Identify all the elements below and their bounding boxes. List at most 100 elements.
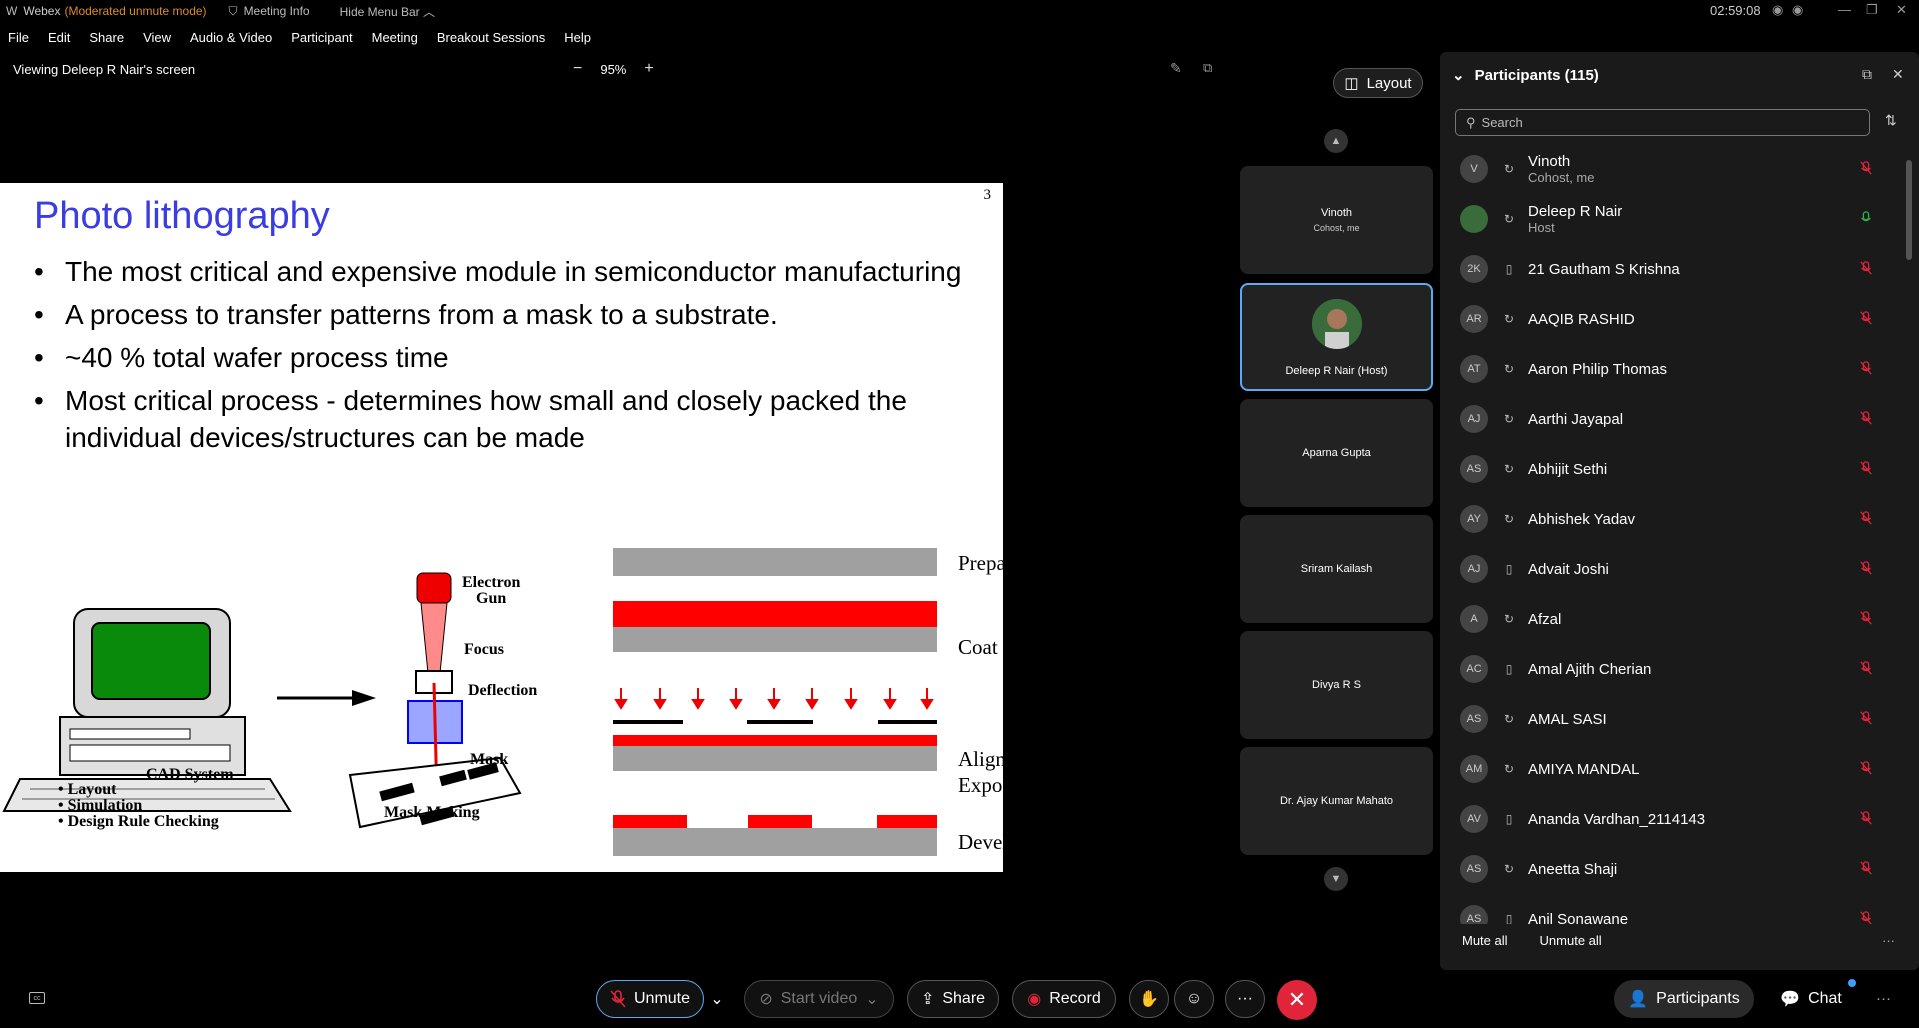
menu-edit[interactable]: Edit — [48, 30, 70, 50]
video-tile[interactable]: Aparna Gupta — [1240, 399, 1433, 507]
people-icon: 👤 — [1628, 991, 1649, 1008]
avatar: AR — [1460, 305, 1488, 333]
participant-name-block: AMIYA MANDAL — [1528, 761, 1639, 778]
participants-header[interactable]: ⌄ Participants (115) — [1452, 66, 1599, 85]
participant-row[interactable]: AR ↻ AAQIB RASHID — [1455, 294, 1895, 344]
avatar: AS — [1460, 705, 1488, 733]
mic-muted-icon[interactable] — [1859, 711, 1873, 725]
minimize-icon[interactable]: — — [1838, 2, 1851, 17]
leave-meeting-button[interactable]: ✕ — [1277, 980, 1317, 1020]
participant-name-block: Aaron Philip Thomas — [1528, 361, 1667, 378]
tiles-scroll-up-button[interactable]: ▲ — [1324, 129, 1348, 153]
participant-row[interactable]: AT ↻ Aaron Philip Thomas — [1455, 344, 1895, 394]
phone-icon: ▯ — [1505, 562, 1513, 576]
hide-menu-bar-button[interactable]: Hide Menu Bar ︿ — [340, 3, 435, 20]
participant-row[interactable]: AS ↻ Abhijit Sethi — [1455, 444, 1895, 494]
mute-all-button[interactable]: Mute all — [1462, 933, 1508, 948]
mic-muted-icon[interactable] — [1859, 811, 1873, 825]
participant-row[interactable]: AY ↻ Abhishek Yadav — [1455, 494, 1895, 544]
mic-on-icon[interactable] — [1859, 211, 1873, 225]
close-panel-icon[interactable]: ✕ — [1892, 66, 1904, 83]
mic-muted-icon[interactable] — [1859, 411, 1873, 425]
menu-file[interactable]: File — [8, 30, 29, 50]
popout-icon[interactable]: ⧉ — [1862, 66, 1872, 83]
menu-meeting[interactable]: Meeting — [372, 30, 418, 50]
participant-row[interactable]: AS ↻ AMAL SASI — [1455, 694, 1895, 744]
menu-breakout-sessions[interactable]: Breakout Sessions — [437, 30, 545, 50]
avatar: A — [1460, 605, 1488, 633]
mode-label: (Moderated unmute mode) — [64, 4, 207, 18]
tiles-scroll-down-button[interactable]: ▼ — [1324, 867, 1348, 891]
share-button[interactable]: ⇪ Share — [907, 980, 999, 1018]
sort-icon[interactable]: ⇅ — [1885, 112, 1897, 129]
more-options-icon[interactable]: ··· — [1876, 990, 1891, 1007]
mic-muted-icon[interactable] — [1859, 161, 1873, 175]
video-tile[interactable]: Sriram Kailash — [1240, 515, 1433, 623]
avatar — [1311, 299, 1362, 349]
participant-row[interactable]: AM ↻ AMIYA MANDAL — [1455, 744, 1895, 794]
sync-icon: ↻ — [1503, 712, 1515, 726]
more-options-icon[interactable]: ··· — [1882, 933, 1895, 948]
participants-toggle-button[interactable]: 👤 Participants — [1614, 980, 1754, 1018]
menu-share[interactable]: Share — [89, 30, 124, 50]
record-button[interactable]: ◉ Record — [1012, 980, 1116, 1018]
participant-row[interactable]: AJ ▯ Advait Joshi — [1455, 544, 1895, 594]
reactions-button[interactable]: ☺ — [1174, 980, 1214, 1018]
video-tile[interactable]: Vinoth Cohost, me — [1240, 166, 1433, 274]
participant-role: Host — [1528, 220, 1555, 235]
participant-row[interactable]: AS ↻ Aneetta Shaji — [1455, 844, 1895, 894]
unmute-button[interactable]: Unmute — [596, 980, 704, 1018]
mic-muted-icon[interactable] — [1859, 561, 1873, 575]
mic-muted-icon[interactable] — [1859, 461, 1873, 475]
video-tile-active-speaker[interactable]: Deleep R Nair (Host) — [1240, 283, 1433, 391]
title-bar: W Webex (Moderated unmute mode) ⛉ Meeting… — [0, 0, 1919, 22]
search-input[interactable]: ⚲ Search — [1455, 109, 1870, 136]
participant-row[interactable]: 2K ▯ 21 Gautham S Krishna — [1455, 244, 1895, 294]
participant-row[interactable]: AS ▯ Anil Sonawane — [1455, 894, 1895, 924]
participant-row[interactable]: AV ▯ Ananda Vardhan_2114143 — [1455, 794, 1895, 844]
mic-muted-icon[interactable] — [1859, 861, 1873, 875]
menu-view[interactable]: View — [143, 30, 171, 50]
mic-muted-icon[interactable] — [1859, 361, 1873, 375]
closed-captions-icon[interactable]: cc — [29, 992, 45, 1004]
start-video-button[interactable]: ⊘ Start video ⌄ — [744, 980, 894, 1018]
zoom-in-button[interactable]: + — [644, 60, 653, 78]
menu-audio-video[interactable]: Audio & Video — [190, 30, 272, 50]
close-window-icon[interactable]: ✕ — [1896, 2, 1907, 18]
participant-row[interactable]: A ↻ Afzal — [1455, 594, 1895, 644]
participant-name: Abhishek Yadav — [1528, 510, 1636, 528]
participant-row[interactable]: AJ ↻ Aarthi Jayapal — [1455, 394, 1895, 444]
mic-muted-icon[interactable] — [1859, 911, 1873, 924]
participant-row[interactable]: V ↻ Vinoth Cohost, me — [1455, 144, 1895, 194]
unmute-all-button[interactable]: Unmute all — [1540, 933, 1602, 948]
raise-hand-button[interactable]: ✋ — [1129, 980, 1169, 1018]
mic-muted-icon[interactable] — [1859, 311, 1873, 325]
zoom-out-button[interactable]: − — [573, 60, 582, 78]
avatar: AJ — [1460, 555, 1488, 583]
participant-row[interactable]: ↻ Deleep R Nair Host — [1455, 194, 1895, 244]
mic-muted-icon[interactable] — [1859, 611, 1873, 625]
annotate-icon[interactable]: ✎ — [1170, 60, 1182, 77]
audio-options-button[interactable]: ⌄ — [706, 980, 728, 1018]
video-tile[interactable]: Dr. Ajay Kumar Mahato — [1240, 747, 1433, 855]
popout-view-icon[interactable]: ⧉ — [1203, 60, 1212, 76]
restore-icon[interactable]: ❐ — [1866, 2, 1878, 18]
mic-muted-icon[interactable] — [1859, 661, 1873, 675]
menu-help[interactable]: Help — [564, 30, 591, 50]
video-tile[interactable]: Divya R S — [1240, 631, 1433, 739]
sync-icon: ↻ — [1503, 212, 1515, 226]
chat-button[interactable]: 💬 Chat — [1768, 980, 1854, 1018]
more-button[interactable]: ··· — [1225, 980, 1265, 1018]
tile-name: Divya R S — [1312, 679, 1361, 691]
electron-gun-label: Electron — [462, 574, 520, 591]
mic-muted-icon[interactable] — [1859, 261, 1873, 275]
mic-muted-icon[interactable] — [1859, 761, 1873, 775]
participants-scrollbar[interactable] — [1906, 160, 1912, 260]
mic-muted-icon[interactable] — [1859, 511, 1873, 525]
zoom-controls: − 95% + — [573, 60, 654, 78]
participant-row[interactable]: AC ▯ Amal Ajith Cherian — [1455, 644, 1895, 694]
layout-button[interactable]: ◫ Layout — [1333, 68, 1423, 98]
phone-icon: ▯ — [1505, 812, 1513, 826]
menu-participant[interactable]: Participant — [291, 30, 352, 50]
meeting-info-button[interactable]: ⛉ Meeting Info — [229, 4, 310, 19]
